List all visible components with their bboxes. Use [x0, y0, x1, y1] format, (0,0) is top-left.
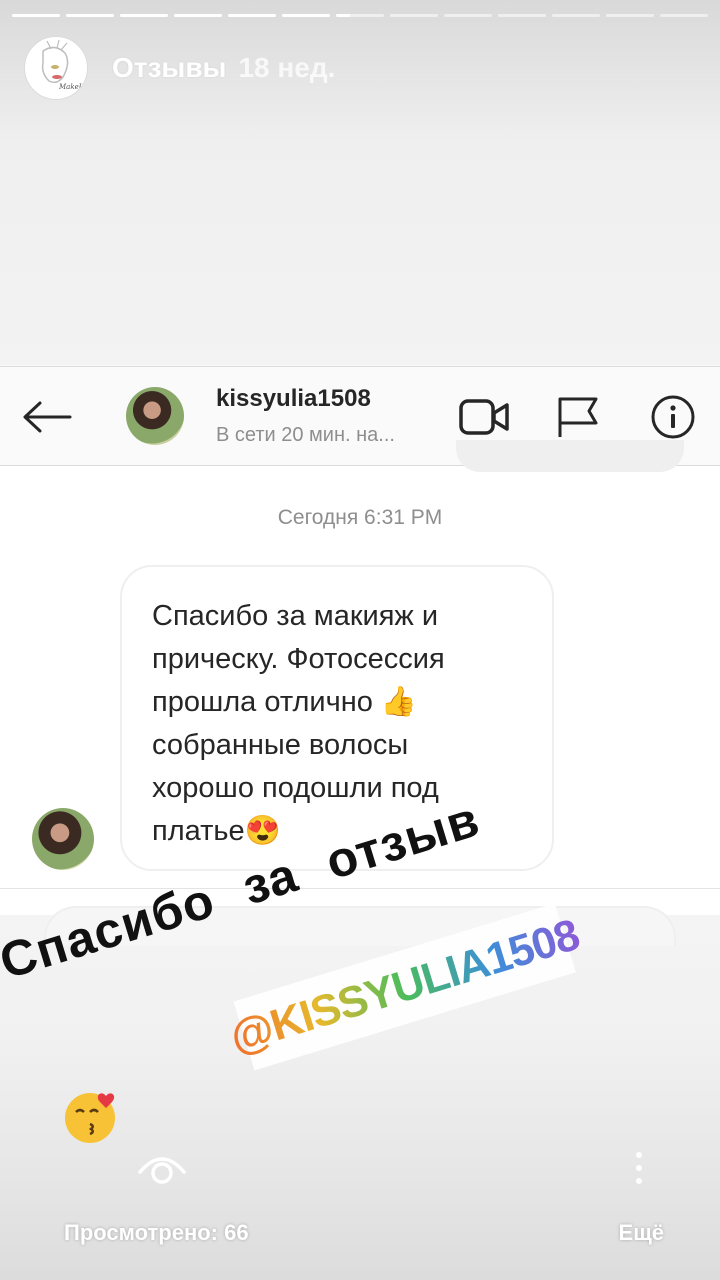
chat-online-status: В сети 20 мин. на... [216, 424, 395, 446]
more-button[interactable]: Ещё [619, 1220, 664, 1246]
progress-segment [606, 14, 654, 17]
progress-segment [66, 14, 114, 17]
progress-segment-fill [282, 14, 330, 17]
progress-segment [660, 14, 708, 17]
progress-segment-fill [174, 14, 222, 17]
story-title[interactable]: Отзывы [112, 52, 226, 84]
vertical-dots-icon[interactable] [634, 1150, 644, 1186]
flag-icon[interactable] [556, 395, 600, 439]
arrow-left-icon[interactable] [20, 397, 74, 437]
previous-message-bubble [456, 440, 684, 472]
kissing-face-icon [65, 1093, 115, 1143]
video-camera-icon[interactable] [458, 397, 510, 437]
progress-segment-fill [12, 14, 60, 17]
progress-segment [282, 14, 330, 17]
progress-segment [390, 14, 438, 17]
progress-segment-fill [120, 14, 168, 17]
progress-segment [552, 14, 600, 17]
progress-segment [12, 14, 60, 17]
eye-icon[interactable] [136, 1142, 188, 1188]
progress-segment-fill [66, 14, 114, 17]
story-time-ago: 18 нед. [238, 52, 336, 83]
progress-segment [120, 14, 168, 17]
story-account-avatar[interactable]: MakeUp [24, 36, 88, 100]
progress-segment [498, 14, 546, 17]
sender-avatar[interactable] [32, 808, 94, 870]
progress-segment-fill [228, 14, 276, 17]
progress-segment [336, 14, 384, 17]
progress-segment [228, 14, 276, 17]
message-timestamp: Сегодня 6:31 PM [277, 506, 443, 529]
chat-username[interactable]: kissyulia1508 [216, 385, 371, 413]
svg-text:MakeUp: MakeUp [58, 83, 87, 91]
story-header: MakeUp Отзывы 18 нед. [24, 36, 335, 100]
progress-segment [444, 14, 492, 17]
chat-user-avatar[interactable] [126, 387, 184, 445]
progress-segment-fill [336, 14, 351, 17]
info-icon[interactable] [650, 394, 696, 440]
progress-segment [174, 14, 222, 17]
story-progress-bar [12, 14, 708, 18]
viewed-count[interactable]: Просмотрено: 66 [64, 1220, 249, 1246]
makeup-logo-icon: MakeUp [41, 39, 87, 91]
